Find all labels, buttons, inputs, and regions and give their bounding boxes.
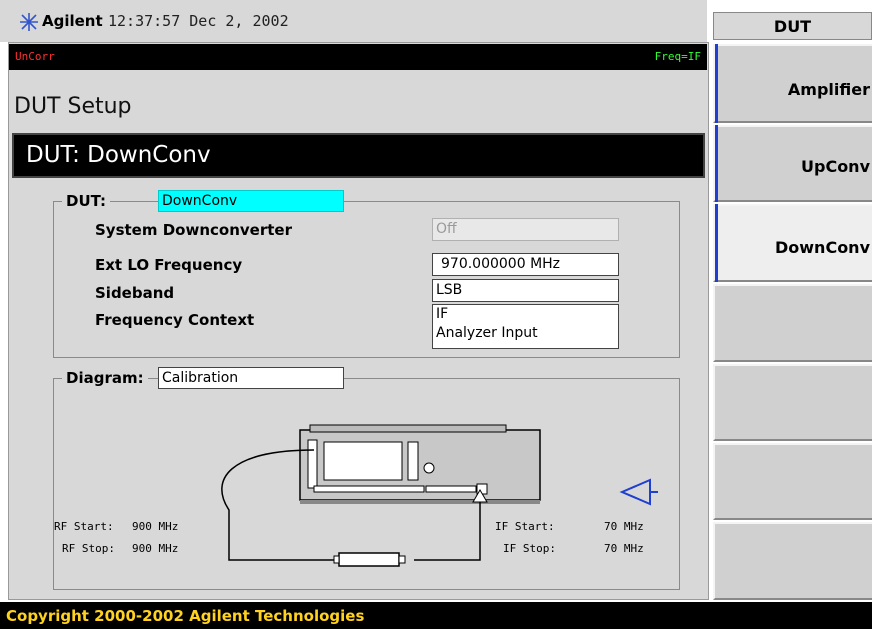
system-downconverter-field[interactable]: Off <box>432 218 619 241</box>
screen-title: DUT Setup <box>14 94 132 119</box>
dut-banner: DUT: DownConv <box>12 133 705 178</box>
uncorr-status: UnCorr <box>15 50 55 63</box>
if-start-label: IF Start: <box>495 520 555 533</box>
footer-bar: Copyright 2000-2002 Agilent Technologies <box>0 602 872 629</box>
softkey-blank-5[interactable] <box>713 364 872 441</box>
attenuator-icon <box>333 552 406 567</box>
softkey-downconv-label: DownConv <box>775 238 870 257</box>
if-stop-label: IF Stop: <box>503 542 556 555</box>
softkey-blank-7[interactable] <box>713 522 872 600</box>
softkey-amplifier[interactable]: Amplifier <box>713 44 872 123</box>
calibration-diagram: RF Start: 900 MHz RF Stop: 900 MHz IF St… <box>54 424 658 567</box>
title-bar: Agilent 12:37:57 Dec 2, 2002 <box>0 0 707 42</box>
datetime: 12:37:57 Dec 2, 2002 <box>108 12 289 30</box>
softkey-upconv[interactable]: UpConv <box>713 125 872 202</box>
status-strip: UnCorr Freq=IF <box>9 44 707 70</box>
softkey-amplifier-label: Amplifier <box>787 80 870 99</box>
sideband-field[interactable]: LSB <box>432 279 619 302</box>
softkey-group-bar <box>715 44 718 123</box>
sideband-label: Sideband <box>95 284 175 302</box>
system-downconverter-label: System Downconverter <box>95 221 292 239</box>
signal-direction-icon <box>619 478 658 506</box>
softkey-upconv-label: UpConv <box>801 157 870 176</box>
analyzer-instrument-icon <box>299 424 541 504</box>
rf-start-label: RF Start: <box>54 520 114 533</box>
softkey-group-bar <box>715 204 718 282</box>
rf-stop-value: 900 MHz <box>132 542 178 555</box>
if-start-value: 70 MHz <box>604 520 644 533</box>
ext-lo-frequency-field[interactable]: 970.000000 MHz <box>432 253 619 276</box>
softkey-downconv[interactable]: DownConv <box>713 204 872 282</box>
rf-stop-label: RF Stop: <box>62 542 115 555</box>
diagram-legend: Diagram: <box>62 369 148 387</box>
softkey-menu-title: DUT <box>713 12 872 40</box>
frequency-context-field[interactable]: IF Analyzer Input <box>432 304 619 349</box>
frequency-context-label: Frequency Context <box>95 311 255 329</box>
if-stop-value: 70 MHz <box>604 542 644 555</box>
softkey-blank-4[interactable] <box>713 284 872 362</box>
softkey-group-bar <box>715 125 718 202</box>
freq-status: Freq=IF <box>654 50 701 63</box>
dut-select[interactable]: DownConv <box>158 190 344 212</box>
copyright-text: Copyright 2000-2002 Agilent Technologies <box>6 607 365 625</box>
softkey-blank-6[interactable] <box>713 443 872 520</box>
diagram-select[interactable]: Calibration <box>158 367 344 389</box>
ext-lo-frequency-label: Ext LO Frequency <box>95 256 243 274</box>
brand-name: Agilent <box>42 12 103 30</box>
softkey-menu-title-text: DUT <box>773 17 812 36</box>
agilent-spark-icon <box>20 13 38 31</box>
frequency-context-value-2: Analyzer Input <box>436 325 538 341</box>
rf-start-value: 900 MHz <box>132 520 178 533</box>
frequency-context-value: IF <box>436 306 449 322</box>
dut-legend: DUT: <box>62 192 111 210</box>
dut-banner-text: DUT: DownConv <box>26 142 211 168</box>
